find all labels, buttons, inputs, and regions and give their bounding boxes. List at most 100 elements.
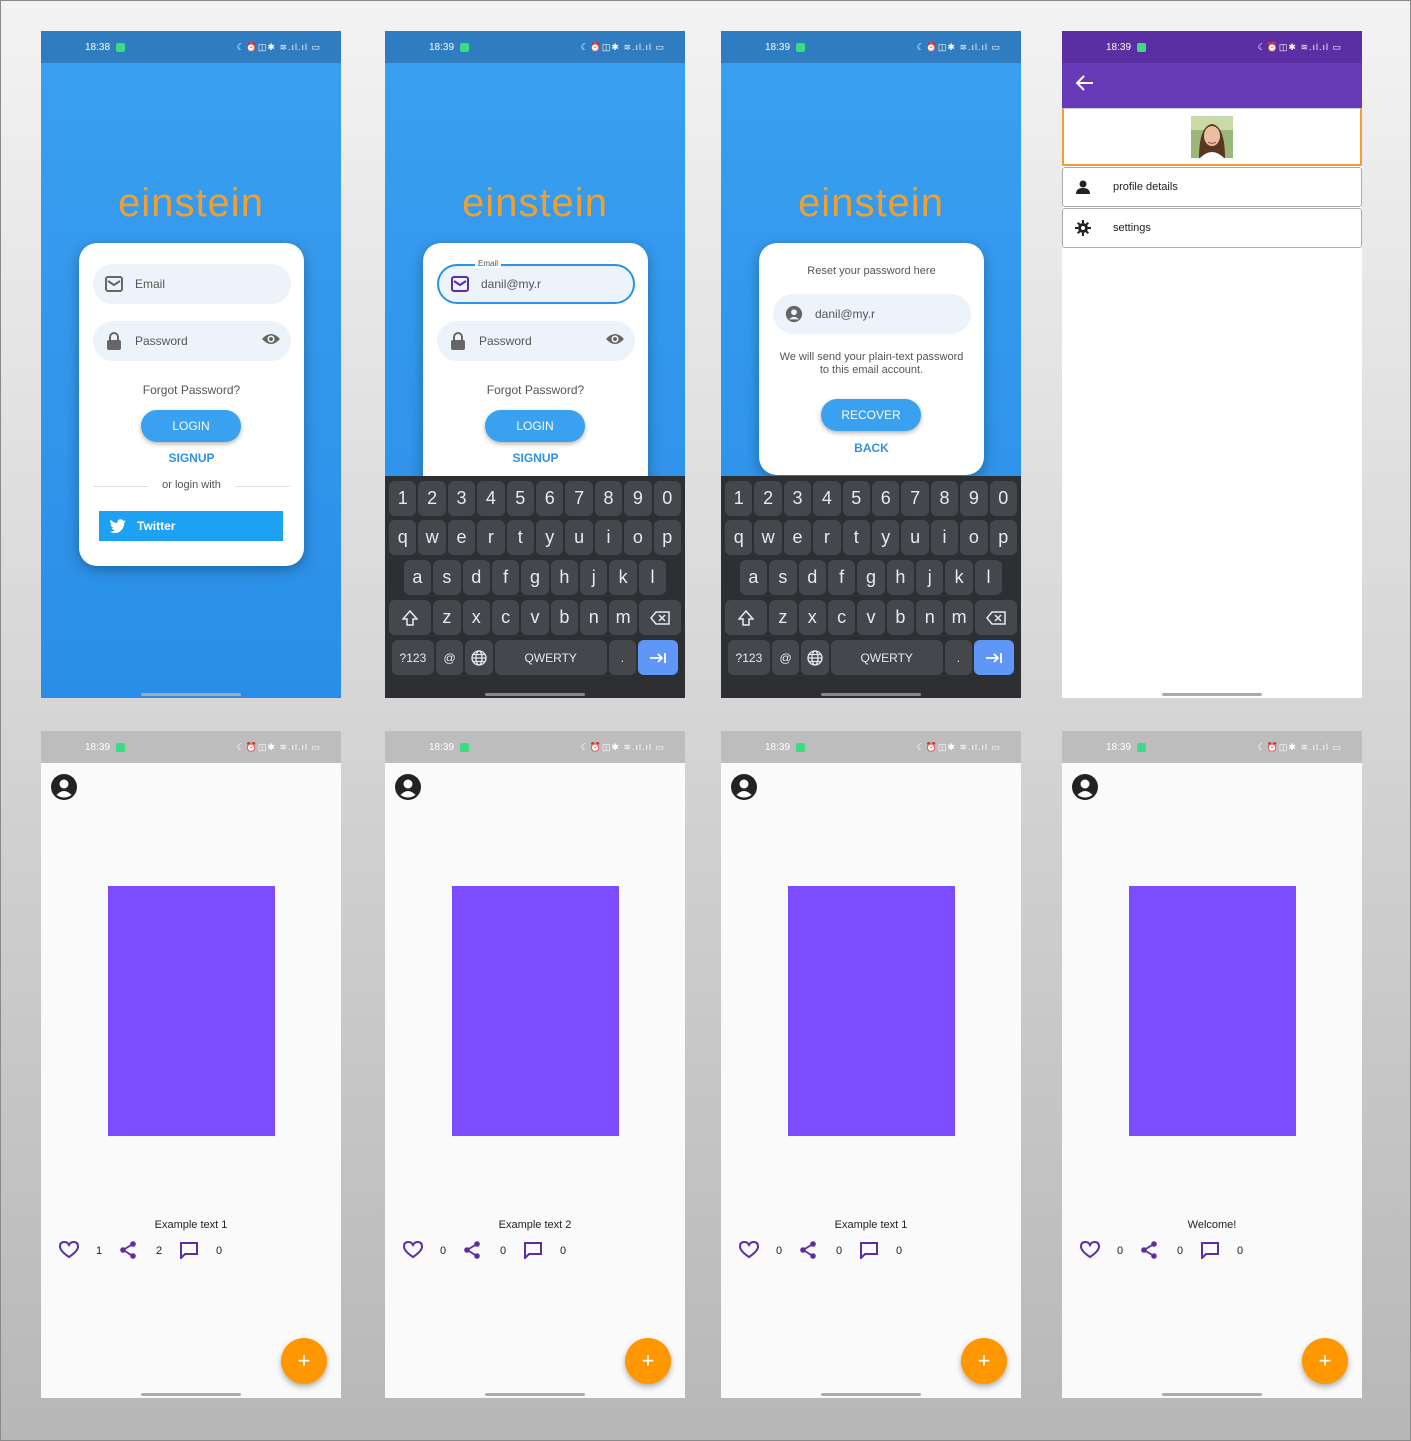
globe-key[interactable]: [465, 640, 493, 675]
key[interactable]: m: [609, 600, 637, 635]
forgot-password-link[interactable]: Forgot Password?: [423, 383, 648, 397]
key[interactable]: 3: [783, 481, 812, 516]
key[interactable]: i: [594, 520, 623, 555]
key[interactable]: 1: [389, 481, 417, 516]
key[interactable]: 5: [506, 481, 534, 516]
key[interactable]: w: [418, 520, 446, 555]
key[interactable]: a: [739, 560, 768, 595]
key[interactable]: p: [653, 520, 681, 555]
key[interactable]: t: [506, 520, 534, 555]
key[interactable]: h: [550, 560, 579, 595]
globe-key[interactable]: [801, 640, 829, 675]
share-icon[interactable]: [119, 1241, 139, 1261]
post-image[interactable]: [1129, 886, 1296, 1136]
post-image[interactable]: [452, 886, 619, 1136]
account-circle-icon[interactable]: [394, 773, 422, 806]
space-key[interactable]: QWERTY: [494, 640, 607, 675]
key[interactable]: u: [565, 520, 593, 555]
key[interactable]: 7: [565, 481, 593, 516]
add-post-button[interactable]: +: [1302, 1338, 1348, 1384]
key[interactable]: p: [989, 520, 1017, 555]
enter-key[interactable]: [638, 640, 679, 675]
share-icon[interactable]: [1140, 1241, 1160, 1261]
key[interactable]: 2: [754, 481, 782, 516]
account-circle-icon[interactable]: [1071, 773, 1099, 806]
key[interactable]: 7: [901, 481, 929, 516]
key[interactable]: z: [433, 600, 461, 635]
dot-key[interactable]: .: [944, 640, 973, 675]
password-field[interactable]: Password: [93, 321, 291, 361]
share-icon[interactable]: [799, 1241, 819, 1261]
key[interactable]: 4: [813, 481, 841, 516]
key[interactable]: t: [842, 520, 870, 555]
password-field[interactable]: Password: [437, 321, 635, 361]
visibility-icon[interactable]: [261, 332, 281, 349]
key[interactable]: j: [916, 560, 944, 595]
key[interactable]: u: [901, 520, 929, 555]
email-field[interactable]: Email danil@my.r: [437, 259, 635, 304]
key[interactable]: 8: [930, 481, 959, 516]
heart-icon[interactable]: [1080, 1241, 1100, 1261]
comment-icon[interactable]: [1200, 1241, 1220, 1261]
share-icon[interactable]: [463, 1241, 483, 1261]
key[interactable]: b: [550, 600, 579, 635]
at-key[interactable]: @: [435, 640, 464, 675]
key[interactable]: c: [491, 600, 520, 635]
space-key[interactable]: QWERTY: [830, 640, 943, 675]
key[interactable]: z: [769, 600, 797, 635]
add-post-button[interactable]: +: [961, 1338, 1007, 1384]
key[interactable]: f: [491, 560, 520, 595]
symbols-key[interactable]: ?123: [727, 640, 770, 675]
key[interactable]: g: [521, 560, 549, 595]
twitter-button[interactable]: Twitter: [99, 511, 283, 541]
key[interactable]: g: [857, 560, 885, 595]
at-key[interactable]: @: [771, 640, 800, 675]
visibility-icon[interactable]: [605, 332, 625, 349]
key[interactable]: k: [945, 560, 973, 595]
key[interactable]: v: [857, 600, 885, 635]
add-post-button[interactable]: +: [625, 1338, 671, 1384]
key[interactable]: a: [403, 560, 432, 595]
key[interactable]: 8: [594, 481, 623, 516]
key[interactable]: 0: [989, 481, 1017, 516]
menu-item-profile-details[interactable]: profile details: [1062, 167, 1362, 207]
key[interactable]: n: [580, 600, 608, 635]
post-image[interactable]: [788, 886, 955, 1136]
account-circle-icon[interactable]: [50, 773, 78, 806]
key[interactable]: d: [462, 560, 490, 595]
key[interactable]: 6: [872, 481, 900, 516]
login-button[interactable]: LOGIN: [141, 410, 241, 442]
key[interactable]: h: [886, 560, 915, 595]
key[interactable]: x: [798, 600, 826, 635]
back-link[interactable]: BACK: [759, 441, 984, 455]
comment-icon[interactable]: [859, 1241, 879, 1261]
add-post-button[interactable]: +: [281, 1338, 327, 1384]
key[interactable]: j: [580, 560, 608, 595]
key[interactable]: 4: [477, 481, 505, 516]
key[interactable]: 3: [447, 481, 476, 516]
key[interactable]: 1: [725, 481, 753, 516]
key[interactable]: y: [536, 520, 564, 555]
key[interactable]: l: [638, 560, 667, 595]
key[interactable]: w: [754, 520, 782, 555]
heart-icon[interactable]: [403, 1241, 423, 1261]
key[interactable]: y: [872, 520, 900, 555]
profile-photo[interactable]: [1191, 115, 1233, 158]
key[interactable]: s: [433, 560, 461, 595]
backspace-key[interactable]: [638, 600, 681, 635]
shift-key[interactable]: [389, 600, 432, 635]
backspace-key[interactable]: [974, 600, 1017, 635]
heart-icon[interactable]: [739, 1241, 759, 1261]
key[interactable]: 0: [653, 481, 681, 516]
key[interactable]: l: [974, 560, 1003, 595]
comment-icon[interactable]: [523, 1241, 543, 1261]
key[interactable]: n: [916, 600, 944, 635]
heart-icon[interactable]: [59, 1241, 79, 1261]
key[interactable]: x: [462, 600, 490, 635]
signup-link[interactable]: SIGNUP: [423, 451, 648, 465]
key[interactable]: r: [813, 520, 841, 555]
key[interactable]: 9: [624, 481, 652, 516]
enter-key[interactable]: [974, 640, 1015, 675]
key[interactable]: i: [930, 520, 959, 555]
symbols-key[interactable]: ?123: [391, 640, 434, 675]
